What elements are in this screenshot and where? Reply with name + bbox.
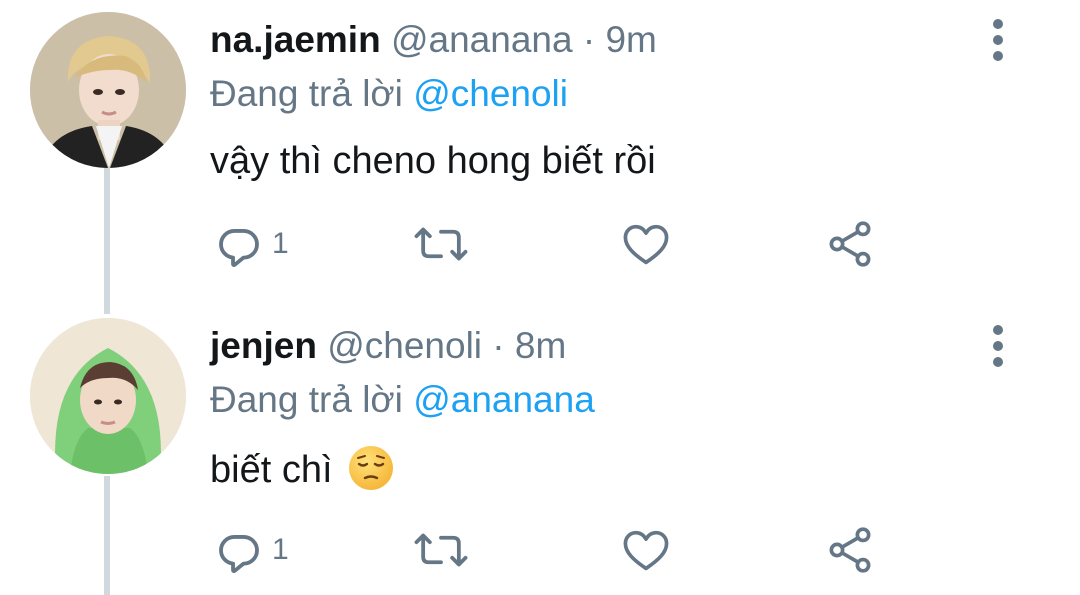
- reply-target-link[interactable]: @ananana: [413, 379, 595, 420]
- reply-count: 1: [272, 533, 289, 566]
- reply-target-link[interactable]: @chenoli: [413, 73, 568, 114]
- retweet-icon: [414, 533, 468, 567]
- tweet-actions: 1: [0, 520, 1080, 580]
- reply-count: 1: [272, 227, 289, 260]
- tweet-text: vậy thì cheno hong biết rồi: [210, 138, 656, 184]
- like-button[interactable]: [620, 520, 672, 580]
- retweet-button[interactable]: [412, 520, 470, 580]
- tweet[interactable]: jenjen @chenoli · 8m Đang trả lời @anana…: [0, 306, 1080, 595]
- share-icon: [829, 527, 871, 573]
- separator-dot: ·: [582, 19, 596, 60]
- more-vertical-icon: [993, 325, 1003, 367]
- like-button[interactable]: [620, 214, 672, 274]
- reply-icon: [219, 229, 259, 267]
- pensive-face-icon: [349, 446, 394, 490]
- more-vertical-icon: [993, 19, 1003, 61]
- more-options-button[interactable]: [984, 324, 1012, 368]
- like-icon: [623, 530, 669, 571]
- reply-icon: [219, 535, 259, 573]
- tweet[interactable]: na.jaemin @ananana · 9m Đang trả lời @ch…: [0, 0, 1080, 298]
- timestamp[interactable]: 9m: [605, 19, 656, 60]
- tweet-text: biết chì: [210, 444, 395, 493]
- tweet-text-content: vậy thì cheno hong biết rồi: [210, 140, 656, 182]
- separator-dot: ·: [492, 325, 505, 366]
- reply-button[interactable]: 1: [212, 520, 289, 580]
- more-options-button[interactable]: [984, 18, 1012, 62]
- replying-to: Đang trả lời @chenoli: [210, 72, 568, 116]
- user-handle[interactable]: @ananana: [391, 19, 573, 60]
- retweet-button[interactable]: [412, 214, 470, 274]
- tweet-header: jenjen @chenoli · 8m: [210, 324, 566, 368]
- share-button[interactable]: [824, 214, 876, 274]
- replying-to-label: Đang trả lời: [210, 73, 403, 114]
- replying-to: Đang trả lời @ananana: [210, 378, 595, 422]
- display-name[interactable]: na.jaemin: [210, 19, 381, 60]
- tweet-text-content: biết chì: [210, 449, 333, 491]
- tweet-header: na.jaemin @ananana · 9m: [210, 18, 657, 62]
- timestamp[interactable]: 8m: [515, 325, 566, 366]
- conversation-thread: na.jaemin @ananana · 9m Đang trả lời @ch…: [0, 0, 1080, 595]
- share-button[interactable]: [824, 520, 876, 580]
- replying-to-label: Đang trả lời: [210, 379, 403, 420]
- tweet-actions: 1: [0, 214, 1080, 274]
- like-icon: [623, 224, 669, 265]
- share-icon: [829, 221, 871, 267]
- retweet-icon: [414, 227, 468, 261]
- avatar[interactable]: [30, 318, 186, 474]
- user-handle[interactable]: @chenoli: [327, 325, 482, 366]
- display-name[interactable]: jenjen: [210, 325, 317, 366]
- avatar[interactable]: [30, 12, 186, 168]
- reply-button[interactable]: 1: [212, 214, 289, 274]
